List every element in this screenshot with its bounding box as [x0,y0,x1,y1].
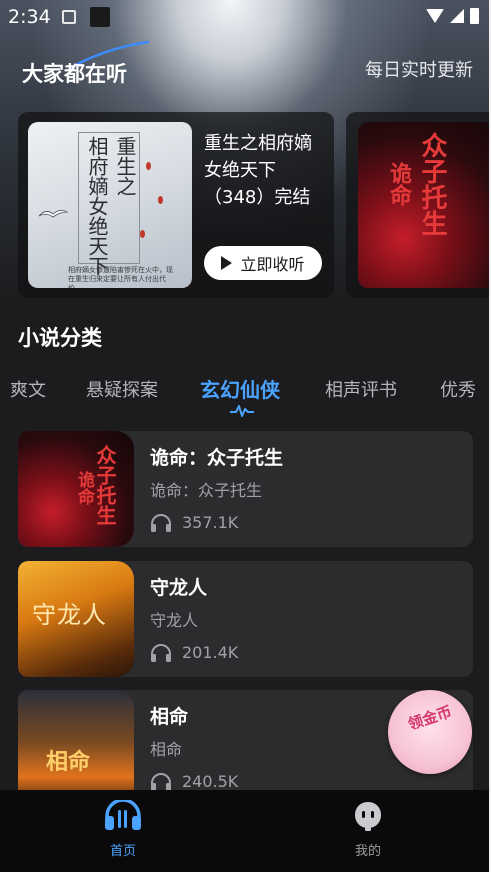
cover-title-col2: 相府嫡女绝天下 [85,136,109,276]
cover-blurb: 相府嫡女惨遭陷害惨死在火中，现在重生归来定要让所有人付出代价。 [68,266,173,288]
play-count: 240.5K [182,772,239,791]
book-plays: 240.5K [150,772,238,791]
book-plays: 201.4K [150,643,238,662]
play-count: 201.4K [182,643,239,662]
featured-title[interactable]: 重生之相府嫡女绝天下（348）完结 [204,130,320,211]
book-subtitle: 守龙人 [150,611,199,630]
book-cover[interactable]: 守龙人 [18,561,134,677]
headphones-icon [151,513,171,532]
cover-text-a: 诡命 [386,162,411,206]
book-cover[interactable]: 诡命 众子托生 [18,431,134,547]
petal-decor [158,196,163,204]
petal-decor [140,230,145,238]
book-title: 守龙人 [150,577,208,599]
book-title: 相命 [150,706,189,728]
book-title: 诡命：众子托生 [150,447,284,469]
featured-card[interactable]: 重生之 相府嫡女绝天下 相府嫡女惨遭陷害惨死在火中，现在重生归来定要让所有人付出… [18,112,334,298]
nav-me-label: 我的 [354,844,381,859]
featured-card-next[interactable]: 诡命 众子托生 [346,112,491,298]
reward-badge-text: 领金币 [405,702,455,734]
section-title: 小说分类 [18,326,102,350]
bottom-nav: 首页 我的 [0,790,491,872]
tab-xiangsheng[interactable]: 相声评书 [325,376,397,402]
battery-icon [470,8,479,24]
bird-icon [38,210,68,218]
featured-cover[interactable]: 重生之 相府嫡女绝天下 相府嫡女惨遭陷害惨死在火中，现在重生归来定要让所有人付出… [28,122,192,288]
headphones-icon [105,800,141,830]
play-icon [221,256,233,270]
app-notification-icon [90,7,110,27]
nav-home[interactable]: 首页 [83,800,163,859]
play-count: 357.1K [182,513,239,532]
book-item[interactable]: 守龙人 守龙人 守龙人 201.4K [18,561,473,677]
headphones-icon [151,643,171,662]
book-plays: 357.1K [150,513,238,532]
book-item[interactable]: 诡命 众子托生 诡命：众子托生 诡命：众子托生 357.1K [18,431,473,547]
nav-me[interactable]: 我的 [328,800,408,859]
signal-icon [450,9,464,23]
header-title: 大家都在听 [22,62,127,86]
daily-update-link[interactable]: 每日实时更新 [365,56,473,82]
book-subtitle: 相命 [150,740,183,759]
featured-cover-next[interactable]: 诡命 众子托生 [358,122,491,288]
cover-text: 守龙人 [32,601,107,629]
cover-text-a: 诡命 [74,471,94,505]
tab-youxiu[interactable]: 优秀 [440,376,476,402]
floating-reward-button[interactable]: 领金币 [388,690,472,774]
listen-now-label: 立即收听 [240,255,305,274]
listen-now-button[interactable]: 立即收听 [204,246,322,280]
category-tabs: 爽文 悬疑探案 玄幻仙侠 相声评书 优秀 [0,376,491,406]
status-icons [426,8,479,24]
petal-decor [146,162,151,170]
tab-active-indicator [230,405,254,417]
book-subtitle: 诡命：众子托生 [150,481,263,500]
cover-text-b: 众子托生 [93,445,117,525]
cover-title-col1: 重生之 [113,136,137,196]
headphones-icon [151,772,171,791]
book-cover[interactable]: 相命 [18,690,134,806]
tab-xuanyi[interactable]: 悬疑探案 [86,376,158,402]
tab-shuangwen[interactable]: 爽文 [10,376,46,402]
notification-icon [62,10,76,24]
nav-home-label: 首页 [109,844,136,859]
tab-xuanhuan[interactable]: 玄幻仙侠 [200,374,280,403]
user-face-icon [355,802,381,831]
cover-text-b: 众子托生 [417,132,447,236]
cover-text: 相命 [46,750,91,775]
wifi-icon [426,9,444,23]
status-bar: 2:34 [0,0,491,34]
status-time: 2:34 [8,6,51,28]
